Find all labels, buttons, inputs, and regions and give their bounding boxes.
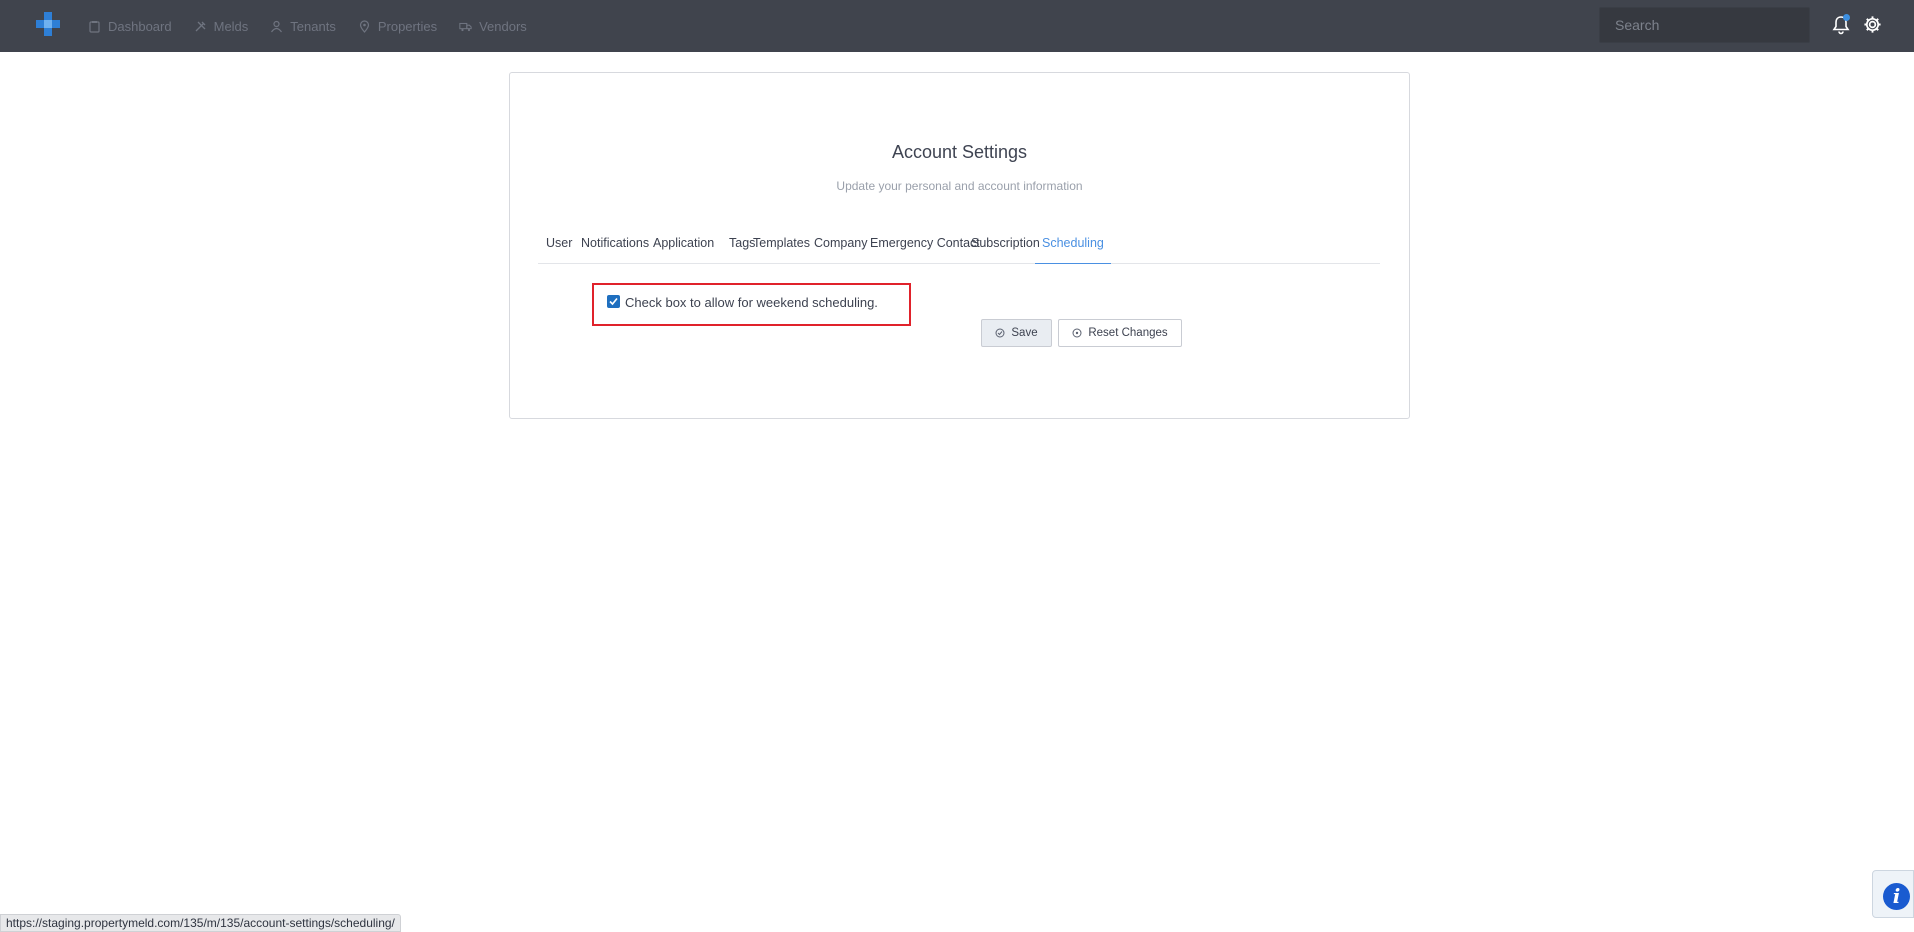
page-title: Account Settings	[891, 142, 1028, 162]
nav-item-label: Properties	[377, 18, 438, 34]
weekend-scheduling-highlight: Check box to allow for weekend schedulin…	[592, 283, 911, 326]
tools-icon	[195, 21, 206, 31]
nav-item-dashboard[interactable]: Dashboard	[88, 19, 172, 34]
property-meld-logo-icon[interactable]	[36, 12, 60, 36]
person-icon	[271, 20, 283, 32]
nav-item-vendors[interactable]: Vendors	[459, 19, 527, 34]
nav-item-label: Tenants	[290, 18, 336, 34]
account-settings-card: Account Settings Update your personal an…	[509, 72, 1410, 419]
settings-tabs: User Notifications Application Tags Temp…	[538, 224, 1380, 264]
top-navbar: Dashboard Melds Tenants Properties Vendo…	[0, 0, 1914, 52]
page-subtitle: Update your personal and account informa…	[836, 179, 1083, 193]
tab-subscription[interactable]: Subscription	[971, 224, 1040, 264]
nav-item-label: Vendors	[479, 18, 527, 34]
search-input[interactable]	[1599, 7, 1810, 43]
weekend-scheduling-label[interactable]: Check box to allow for weekend schedulin…	[625, 295, 878, 310]
gear-icon[interactable]	[1863, 15, 1882, 34]
save-button-label: Save	[1011, 327, 1038, 339]
map-pin-icon	[359, 19, 369, 33]
notification-badge	[1843, 14, 1850, 21]
tab-tags[interactable]: Tags	[729, 224, 755, 264]
truck-icon	[459, 22, 472, 31]
nav-item-melds[interactable]: Melds	[194, 18, 249, 34]
nav-item-tenants[interactable]: Tenants	[270, 19, 336, 34]
nav-item-label: Dashboard	[108, 18, 172, 34]
reset-circle-icon	[1072, 328, 1082, 338]
tab-notifications[interactable]: Notifications	[581, 224, 649, 264]
tab-emergency-contact[interactable]: Emergency Contact	[870, 224, 980, 264]
main-nav: Dashboard Melds Tenants Properties Vendo…	[88, 0, 527, 52]
clipboard-icon	[89, 20, 100, 33]
help-info-button[interactable]: i	[1872, 870, 1914, 918]
nav-item-properties[interactable]: Properties	[358, 19, 437, 34]
status-url-bar: https://staging.propertymeld.com/135/m/1…	[0, 914, 401, 932]
save-button[interactable]: Save	[981, 319, 1052, 347]
checkmark-icon	[609, 297, 618, 306]
tab-company[interactable]: Company	[814, 224, 868, 264]
info-icon: i	[1883, 883, 1910, 910]
tab-templates[interactable]: Templates	[753, 224, 810, 264]
tab-application[interactable]: Application	[653, 224, 714, 264]
tab-user[interactable]: User	[546, 224, 572, 264]
reset-button-label: Reset Changes	[1088, 327, 1168, 339]
check-circle-icon	[995, 328, 1005, 338]
nav-item-label: Melds	[213, 18, 249, 34]
weekend-scheduling-checkbox[interactable]	[607, 295, 620, 308]
tab-scheduling[interactable]: Scheduling	[1035, 224, 1111, 264]
reset-changes-button[interactable]: Reset Changes	[1058, 319, 1182, 347]
